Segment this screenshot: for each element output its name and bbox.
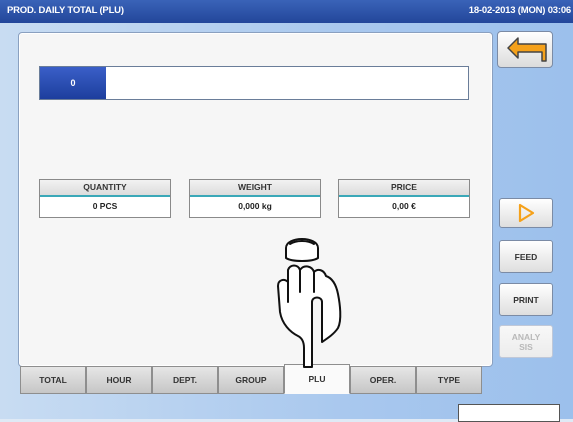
tab-oper[interactable]: OPER. xyxy=(350,366,416,394)
tab-bar: TOTAL HOUR DEPT. GROUP PLU OPER. TYPE xyxy=(20,364,482,396)
price-box: PRICE 0,00 € xyxy=(338,179,470,218)
progress-label: 0 xyxy=(70,78,76,88)
weight-label: WEIGHT xyxy=(190,180,320,197)
triangle-right-icon xyxy=(518,203,535,223)
tab-type[interactable]: TYPE xyxy=(416,366,482,394)
weight-value: 0,000 kg xyxy=(238,201,272,211)
tab-dept[interactable]: DEPT. xyxy=(152,366,218,394)
title-bar: PROD. DAILY TOTAL (PLU) 18-02-2013 (MON)… xyxy=(0,0,573,23)
quantity-box: QUANTITY 0 PCS xyxy=(39,179,171,218)
back-button[interactable] xyxy=(497,31,553,68)
print-button[interactable]: PRINT xyxy=(499,283,553,316)
progress-bar: 0 xyxy=(39,66,469,100)
quantity-label: QUANTITY xyxy=(40,180,170,197)
price-value: 0,00 € xyxy=(392,201,416,211)
feed-button[interactable]: FEED xyxy=(499,240,553,273)
analysis-label-line2: SIS xyxy=(519,341,533,352)
tab-hour[interactable]: HOUR xyxy=(86,366,152,394)
price-label: PRICE xyxy=(339,180,469,197)
analysis-label-line1: ANALY xyxy=(511,331,541,342)
return-arrow-icon xyxy=(507,37,547,62)
date-time: 18-02-2013 (MON) 03:06 xyxy=(468,5,571,16)
next-button[interactable] xyxy=(499,198,553,228)
quantity-value: 0 PCS xyxy=(92,201,118,211)
pointing-hand-icon xyxy=(277,238,342,368)
corner-box xyxy=(458,404,560,422)
tab-total[interactable]: TOTAL xyxy=(20,366,86,394)
weight-box: WEIGHT 0,000 kg xyxy=(189,179,321,218)
screen-title: PROD. DAILY TOTAL (PLU) xyxy=(7,5,124,16)
analysis-button[interactable]: ANALY SIS xyxy=(499,325,553,358)
progress-fill: 0 xyxy=(40,67,106,99)
